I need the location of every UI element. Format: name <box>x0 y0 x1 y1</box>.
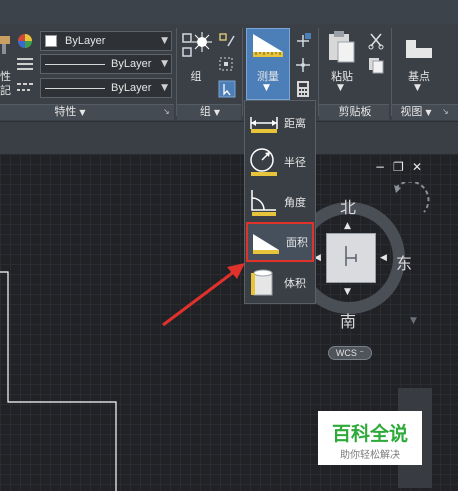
group-select-icon[interactable] <box>218 80 236 101</box>
ribbon-top-edge <box>0 0 458 24</box>
copy-icon[interactable] <box>367 56 385 77</box>
menu-item-volume-label: 体积 <box>284 277 306 290</box>
panel-separator <box>176 28 177 116</box>
color-swatch <box>45 35 57 47</box>
panel-separator <box>318 28 319 116</box>
panel-separator <box>242 28 243 116</box>
viewcube-rotate-icon[interactable] <box>392 182 432 222</box>
caret-down-icon: ▼ <box>79 108 86 117</box>
panel-separator <box>391 28 392 116</box>
viewcube-arrow-up-icon[interactable]: ▲ <box>344 221 351 231</box>
distance-icon <box>248 107 280 139</box>
viewcube-arrow-right-icon[interactable]: ◀ <box>380 253 387 263</box>
ungroup-icon[interactable] <box>218 32 236 53</box>
base-point-dropdown-arrow[interactable]: ▼ <box>414 83 421 93</box>
caret-down-icon: ▼ <box>213 108 221 117</box>
viewcube-south-label[interactable]: 南 <box>340 308 356 332</box>
annotation-arrow <box>162 263 245 327</box>
base-point-button-label[interactable]: 基点 <box>404 68 434 84</box>
measure-button-label: 测量 <box>257 70 279 83</box>
radius-icon <box>248 146 280 178</box>
wcs-menu-button[interactable]: WCS ⁻ <box>328 346 372 360</box>
viewcube-menu-icon[interactable]: ▼ <box>410 316 417 326</box>
lineweight-icon[interactable] <box>17 80 33 99</box>
lineweight-dropdown[interactable]: ByLayer ▼ <box>40 78 172 98</box>
cut-icon[interactable] <box>367 32 385 53</box>
menu-item-angle-label: 角度 <box>284 196 306 209</box>
linetype-dropdown-value: ByLayer <box>111 58 152 70</box>
base-point-icon[interactable] <box>404 34 434 65</box>
menu-item-radius-label: 半径 <box>284 156 306 169</box>
menu-item-radius[interactable]: 半径 <box>248 144 314 180</box>
watermark-subtitle: 助你轻松解决 <box>340 450 400 461</box>
caret-down-icon: ▼ <box>425 108 432 117</box>
menu-item-area-label: 面积 <box>286 236 308 249</box>
chevron-down-icon: ▼ <box>161 59 168 69</box>
viewcube-face-glyph <box>345 246 357 266</box>
view-panel-title[interactable]: 视图 ▼ <box>394 105 438 119</box>
menu-item-angle[interactable]: 角度 <box>248 184 314 220</box>
panel-launcher-icon[interactable]: ↘ <box>163 107 170 116</box>
viewport-minimize-button[interactable]: − <box>375 160 385 174</box>
file-tab-strip <box>0 122 458 154</box>
paste-button-label[interactable]: 粘贴 <box>327 68 357 84</box>
watermark-logo: 百科全说 助你轻松解决 <box>318 411 422 465</box>
clipboard-panel-title: 剪贴板 <box>330 105 380 119</box>
linetype-dropdown[interactable]: ByLayer ▼ <box>40 54 172 74</box>
group-button-label[interactable]: 组 <box>186 68 206 84</box>
menu-item-distance-label: 距离 <box>284 117 306 130</box>
groups-panel-title[interactable]: 组 ▼ <box>190 105 230 119</box>
menu-item-distance[interactable]: 距离 <box>248 105 314 141</box>
watermark-title: 百科全说 <box>331 423 408 445</box>
left-clipped-label-2: 記 <box>0 84 11 97</box>
angle-icon <box>248 186 280 218</box>
chevron-down-icon: ▼ <box>161 83 168 93</box>
viewport-close-button[interactable]: ✕ <box>412 160 422 174</box>
viewport-restore-button[interactable]: ❐ <box>393 160 404 174</box>
groups-panel-label: 组 <box>199 105 211 118</box>
group-edit-icon[interactable] <box>218 56 236 77</box>
properties-panel-label: 特性 <box>54 105 77 118</box>
viewcube-east-label[interactable]: 东 <box>396 250 412 274</box>
calculator-icon[interactable] <box>294 80 312 101</box>
paste-dropdown-arrow[interactable]: ▼ <box>337 83 344 93</box>
lineweight-preview <box>45 87 105 89</box>
lineweight-dropdown-value: ByLayer <box>111 82 152 94</box>
wcs-label: WCS <box>335 348 357 358</box>
view-panel-label: 视图 <box>400 105 423 118</box>
point-style-icon[interactable] <box>294 56 312 77</box>
menu-item-area[interactable]: 面积 <box>246 222 314 262</box>
measure-dropdown-arrow: ▼ <box>263 83 270 93</box>
menu-item-volume[interactable]: 体积 <box>248 265 314 301</box>
linetype-preview <box>45 63 105 65</box>
measure-area-icon <box>250 30 286 60</box>
quick-select-icon[interactable] <box>294 32 312 53</box>
color-wheel-icon[interactable] <box>17 33 33 52</box>
chevron-down-icon: ▼ <box>161 36 168 46</box>
color-dropdown-value: ByLayer <box>65 35 106 47</box>
color-dropdown[interactable]: ByLayer ▼ <box>40 31 172 51</box>
group-icon[interactable] <box>180 30 212 69</box>
match-properties-icon[interactable] <box>0 30 12 60</box>
properties-panel-title[interactable]: 特性 ▼ <box>40 105 100 119</box>
panel-launcher-icon[interactable]: ↘ <box>442 107 449 116</box>
viewcube-arrow-down-icon[interactable]: ▼ <box>344 287 351 297</box>
clipboard-panel-label: 剪贴板 <box>338 105 372 118</box>
paste-icon[interactable] <box>326 30 356 67</box>
area-icon <box>250 226 282 258</box>
viewcube-north-label[interactable]: 北 <box>340 194 356 218</box>
linetype-icon[interactable] <box>17 56 33 75</box>
